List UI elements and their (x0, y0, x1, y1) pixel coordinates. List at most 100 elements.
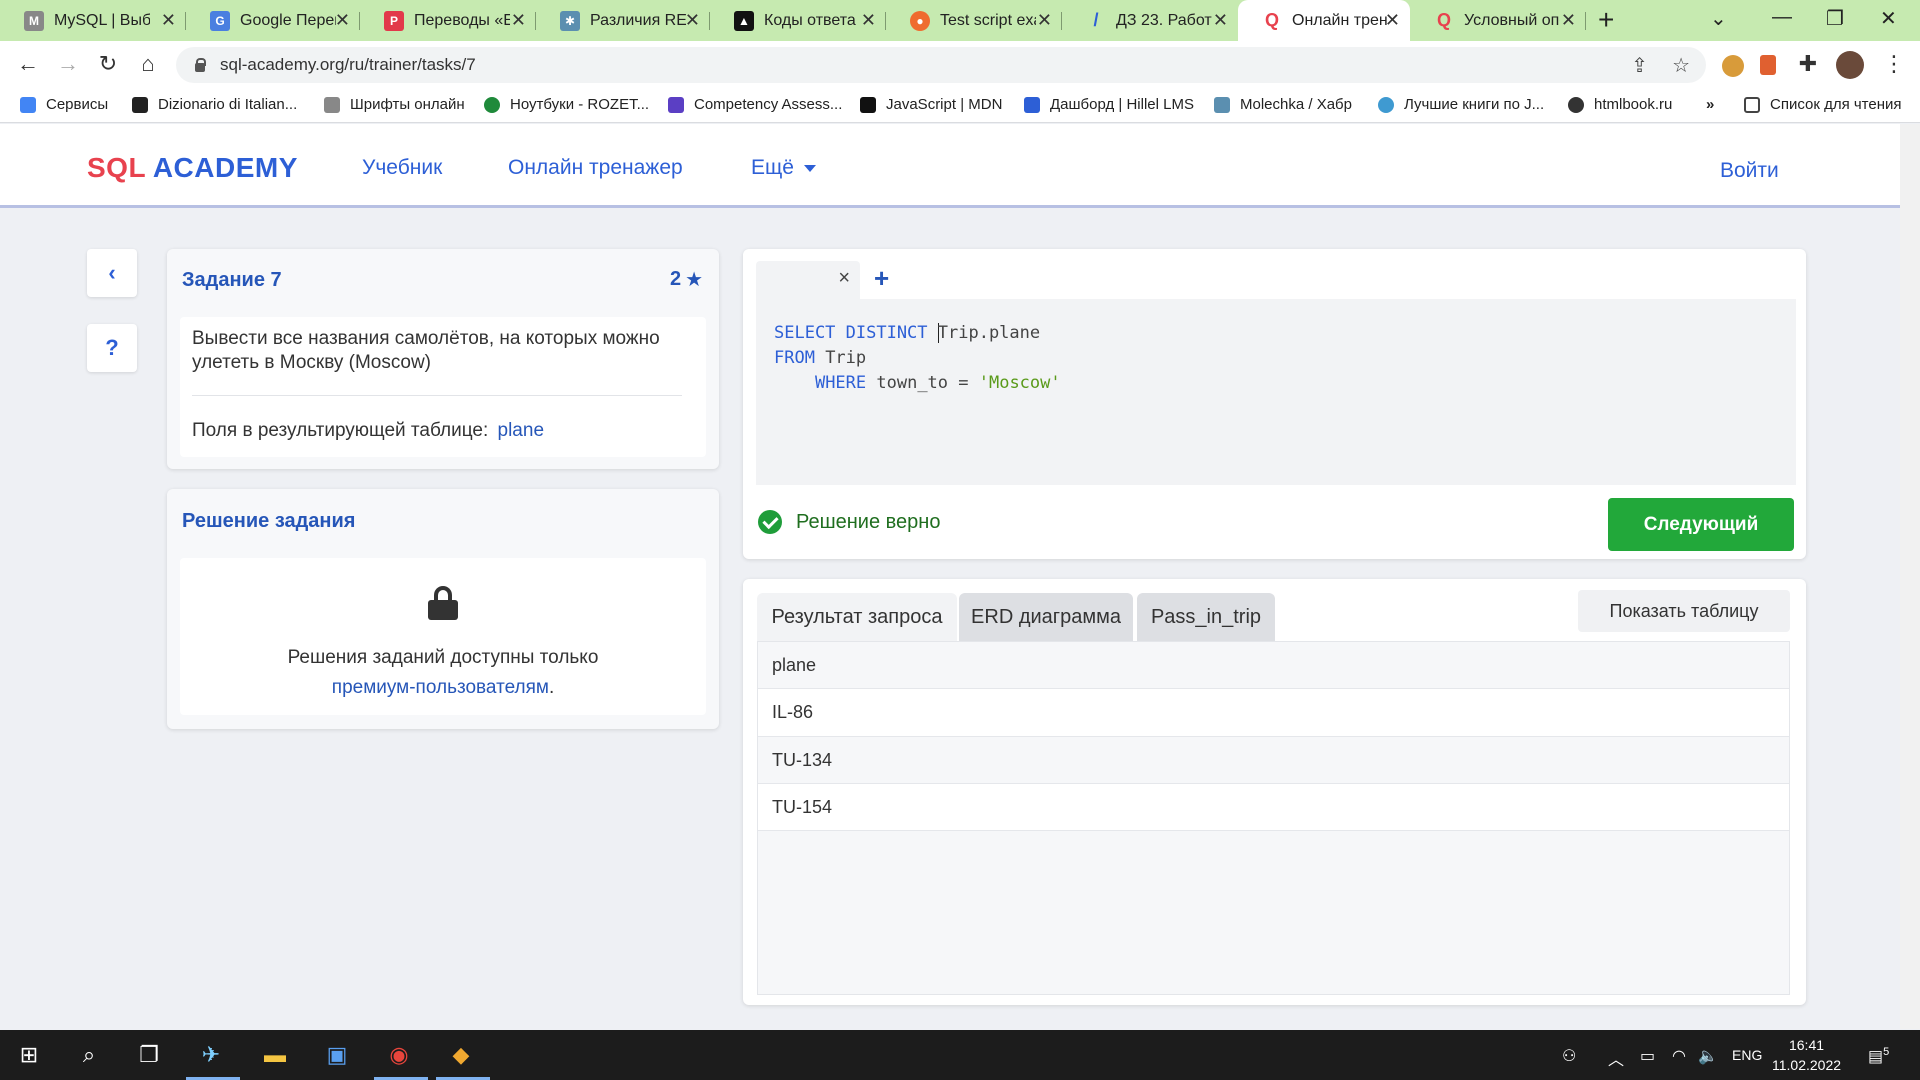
language-indicator[interactable]: ENG (1732, 1047, 1762, 1063)
file-explorer-icon[interactable]: ▬ (260, 1040, 290, 1070)
minimize-icon[interactable]: — (1772, 6, 1792, 29)
bookmark-item[interactable]: Ноутбуки - ROZET... (484, 96, 649, 113)
star-icon: ★ (685, 269, 703, 291)
solution-status: Решение верно (758, 510, 940, 534)
search-icon[interactable]: ⌕ (74, 1040, 104, 1070)
help-button[interactable]: ? (87, 324, 137, 372)
chevron-up-icon[interactable]: ︿ (1608, 1046, 1624, 1070)
notifications-icon[interactable]: ▤5 (1868, 1046, 1889, 1066)
close-tab-icon[interactable]: ✕ (1037, 10, 1052, 31)
browser-tab[interactable]: M MySQL | Выбор ✕ (0, 0, 186, 41)
close-window-icon[interactable]: ✕ (1880, 6, 1897, 31)
task-title: Задание 7 (182, 269, 282, 291)
check-circle-icon (758, 510, 782, 534)
clock[interactable]: 16:41 11.02.2022 (1772, 1035, 1841, 1075)
people-icon[interactable]: ⚇ (1562, 1046, 1576, 1066)
forward-arrow-icon[interactable]: → (54, 51, 82, 77)
close-icon[interactable]: × (838, 267, 850, 290)
back-button[interactable]: ‹ (87, 249, 137, 297)
reading-list[interactable]: Список для чтения (1744, 96, 1902, 113)
nav-trainer[interactable]: Онлайн тренажер (508, 156, 683, 180)
tab-query-result[interactable]: Результат запроса (757, 593, 957, 641)
close-tab-icon[interactable]: ✕ (511, 10, 526, 31)
task-view-icon[interactable]: ❐ (134, 1040, 164, 1070)
add-tab-icon[interactable]: + (874, 263, 889, 294)
bookmark-item[interactable]: Лучшие книги по J... (1378, 96, 1544, 113)
jetbrains-icon[interactable]: ◆ (446, 1040, 476, 1070)
tab-erd-diagram[interactable]: ERD диаграмма (959, 593, 1133, 641)
url-text[interactable]: sql-academy.org/ru/trainer/tasks/7 (220, 55, 476, 75)
premium-line: премиум-пользователям. (331, 677, 555, 698)
browser-tab[interactable]: ● Test script exa ✕ (886, 0, 1062, 41)
close-tab-icon[interactable]: ✕ (1561, 10, 1576, 31)
solution-title: Решение задания (182, 510, 356, 532)
nav-tutorial[interactable]: Учебник (362, 156, 442, 180)
editor-tab[interactable]: × (756, 261, 860, 299)
gmail-icon: M (24, 10, 44, 31)
browser-tab[interactable]: G Google Перевод ✕ (186, 0, 360, 41)
reload-icon[interactable]: ↻ (94, 51, 122, 77)
close-tab-icon[interactable]: ✕ (685, 10, 700, 31)
table-row: TU-134 (758, 737, 1789, 784)
close-tab-icon[interactable]: ✕ (1213, 10, 1228, 31)
close-tab-icon[interactable]: ✕ (161, 10, 176, 31)
more-bookmarks-icon[interactable]: » (1706, 96, 1714, 113)
premium-link[interactable]: премиум-пользователям (332, 677, 549, 698)
competency-icon (668, 96, 684, 113)
hillel-icon: / (1093, 10, 1099, 30)
bookmark-item[interactable]: Dizionario di Italian... (132, 96, 297, 113)
browser-tab[interactable]: Q Условный опе ✕ (1410, 0, 1586, 41)
result-field-link[interactable]: plane (498, 420, 545, 441)
sql-editor[interactable]: SELECT DISTINCT Trip.plane FROM Trip WHE… (756, 299, 1796, 485)
bookmark-item[interactable]: htmlbook.ru (1568, 96, 1672, 113)
browser-tab[interactable]: ✱ Различия REST ✕ (536, 0, 710, 41)
menu-dots-icon[interactable]: ⋮ (1880, 51, 1908, 77)
extension-icon[interactable] (1760, 55, 1776, 75)
close-tab-icon[interactable]: ✕ (861, 10, 876, 31)
page-scrollbar[interactable] (1900, 124, 1920, 1029)
home-icon[interactable]: ⌂ (134, 51, 162, 77)
bookmark-item[interactable]: Competency Assess... (668, 96, 842, 113)
volume-icon[interactable]: 🔈 (1698, 1046, 1718, 1066)
site-logo[interactable]: SQL ACADEMY (87, 152, 298, 184)
restore-icon[interactable]: ❐ (1826, 6, 1844, 31)
save-app-icon[interactable]: ▣ (322, 1040, 352, 1070)
lock-icon[interactable] (194, 58, 206, 72)
windows-start-icon[interactable]: ⊞ (14, 1040, 44, 1070)
next-button[interactable]: Следующий (1608, 498, 1794, 551)
browser-tab[interactable]: P Переводы «Еп ✕ (360, 0, 536, 41)
google-translate-icon: G (210, 10, 230, 31)
sql-academy-icon: Q (1264, 10, 1279, 30)
cookie-extension-icon[interactable] (1722, 55, 1744, 77)
browser-tab[interactable]: ▲ Коды ответа H ✕ (710, 0, 886, 41)
close-tab-icon[interactable]: ✕ (1385, 10, 1400, 31)
bookmark-item[interactable]: JavaScript | MDN (860, 96, 1002, 113)
back-arrow-icon[interactable]: ← (14, 51, 42, 77)
postman-icon: ● (910, 10, 930, 31)
new-tab-icon[interactable]: + (1598, 4, 1614, 36)
browser-tab[interactable]: / ДЗ 23. Работа ✕ (1062, 0, 1238, 41)
extensions-puzzle-icon[interactable]: ✚ (1794, 51, 1822, 77)
bookmark-item[interactable]: Дашборд | Hillel LMS (1024, 96, 1194, 113)
habr-icon (1214, 96, 1230, 113)
bookmark-item[interactable]: Molechka / Хабр (1214, 96, 1352, 113)
close-tab-icon[interactable]: ✕ (335, 10, 350, 31)
bookmark-apps[interactable]: Сервисы (20, 96, 108, 113)
show-table-button[interactable]: Показать таблицу (1578, 590, 1790, 632)
app-icon[interactable]: ✈ (196, 1040, 226, 1070)
bookmark-item[interactable]: Шрифты онлайн (324, 96, 465, 113)
tab-search-icon[interactable]: ⌄ (1710, 6, 1727, 31)
wifi-icon[interactable]: ◠ (1672, 1046, 1686, 1066)
task-description: Вывести все названия самолётов, на котор… (192, 328, 660, 373)
browser-tab-active[interactable]: Q Онлайн трена ✕ (1238, 0, 1410, 41)
avatar[interactable] (1836, 51, 1864, 79)
bookmark-star-icon[interactable]: ☆ (1672, 53, 1690, 78)
login-link[interactable]: Войти (1720, 159, 1779, 183)
nav-more[interactable]: Ещё (751, 156, 816, 180)
battery-icon[interactable]: ▭ (1640, 1046, 1655, 1066)
bookmarks-bar: Сервисы Dizionario di Italian... Шрифты … (0, 89, 1920, 123)
tab-pass-in-trip[interactable]: Pass_in_trip (1137, 593, 1275, 641)
address-bar[interactable]: sql-academy.org/ru/trainer/tasks/7 ⇪ ☆ (176, 47, 1706, 83)
chrome-icon[interactable]: ◉ (384, 1040, 414, 1070)
share-icon[interactable]: ⇪ (1631, 53, 1648, 78)
